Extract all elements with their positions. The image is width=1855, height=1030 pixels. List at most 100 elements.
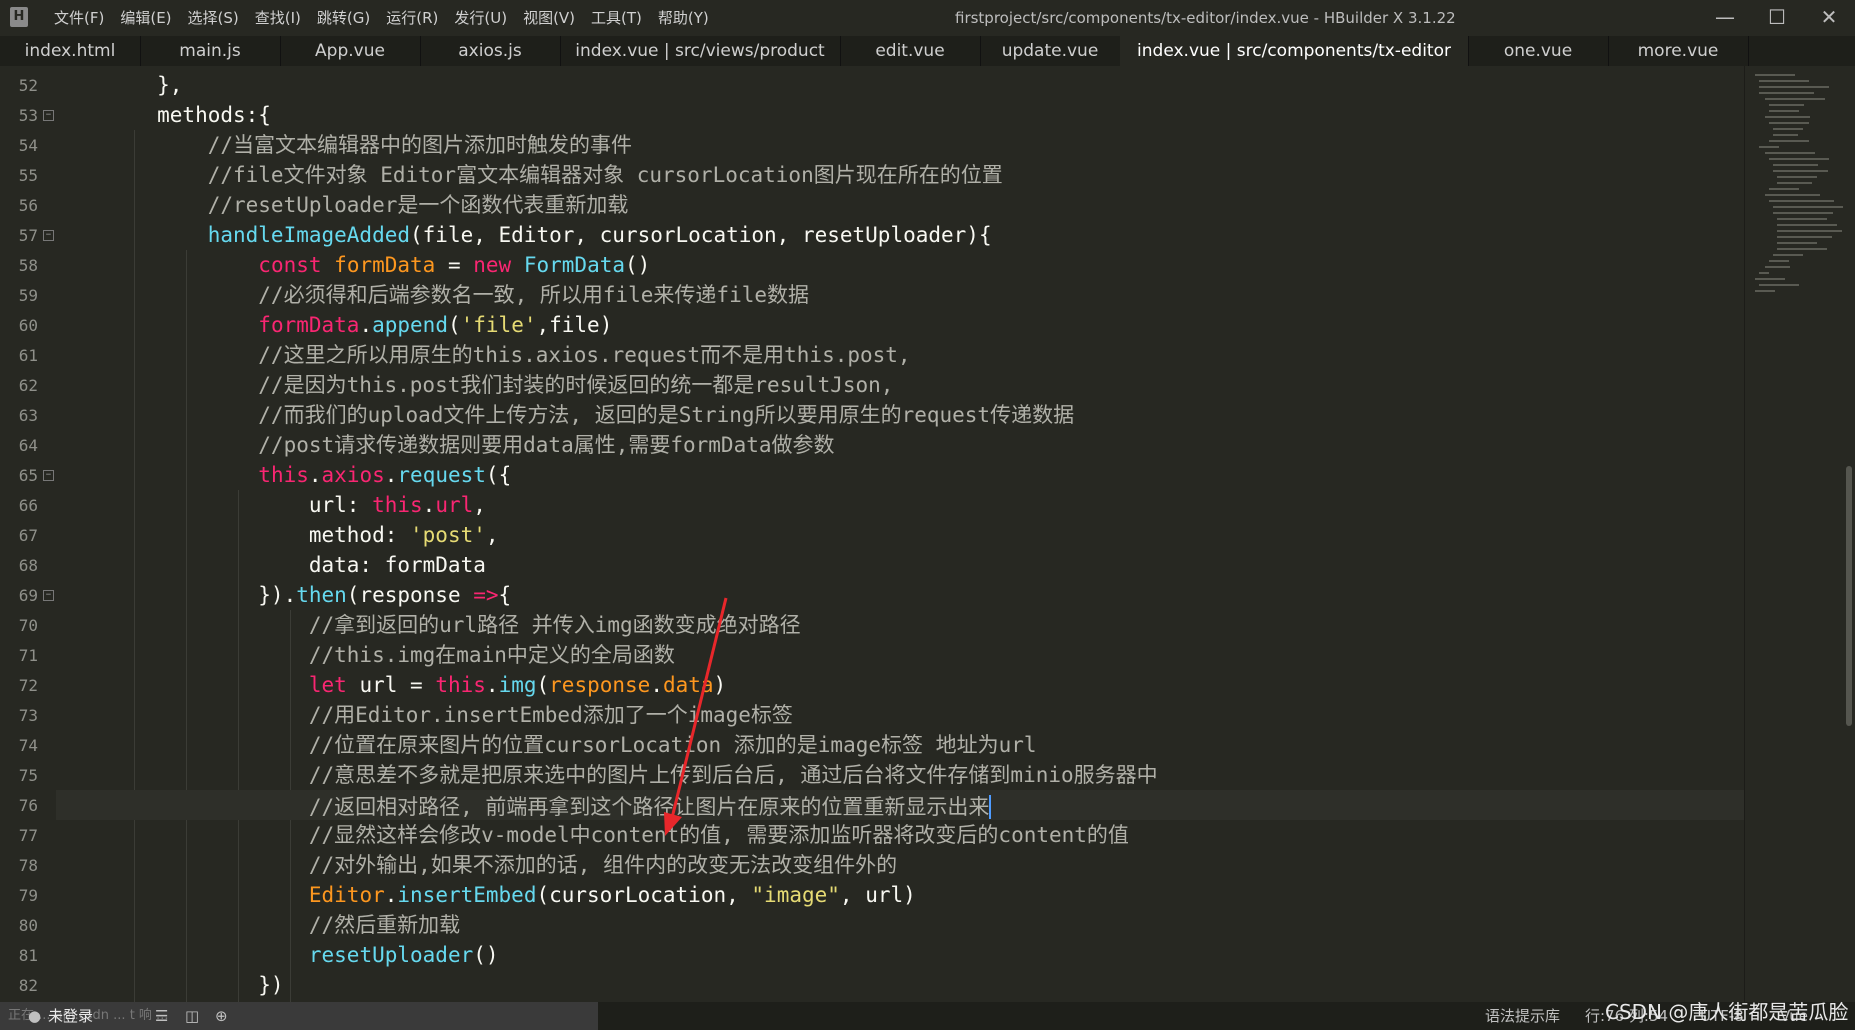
code-line[interactable]: //当富文本编辑器中的图片添加时触发的事件 (56, 130, 1744, 160)
code-line[interactable]: //返回相对路径, 前端再拿到这个路径让图片在原来的位置重新显示出来 (56, 790, 1744, 820)
code-line[interactable]: //必须得和后端参数名一致, 所以用file来传递file数据 (56, 280, 1744, 310)
code-line[interactable]: //this.img在main中定义的全局函数 (56, 640, 1744, 670)
code-line[interactable]: handleImageAdded(file, Editor, cursorLoc… (56, 220, 1744, 250)
menu-item[interactable]: 工具(T) (583, 0, 650, 36)
minimap-line (1769, 188, 1799, 190)
code-token: formData (258, 313, 360, 337)
fold-toggle-icon[interactable]: − (43, 230, 54, 241)
code-token: Editor (308, 883, 385, 907)
code-line[interactable]: //是因为this.post我们封装的时候返回的统一都是resultJson, (56, 370, 1744, 400)
code-line[interactable]: resetUploader() (56, 940, 1744, 970)
code-token: => (473, 583, 499, 607)
code-line[interactable]: //对外输出,如果不添加的话, 组件内的改变无法改变组件外的 (56, 850, 1744, 880)
tab-file[interactable]: axios.js (420, 36, 561, 66)
tab-file[interactable]: update.vue (980, 36, 1121, 66)
code-line[interactable]: //这里之所以用原生的this.axios.request而不是用this.po… (56, 340, 1744, 370)
menu-item[interactable]: 跳转(G) (309, 0, 378, 36)
login-area[interactable]: 正在 ... api.csdn ... t 响 ... ● 未登录 ☰ ◫ ⊕ (0, 1002, 598, 1030)
vertical-scrollbar[interactable] (1843, 66, 1855, 1002)
code-token: //用Editor.insertEmbed添加了一个image标签 (56, 703, 793, 727)
code-token: (response (346, 583, 474, 607)
code-line[interactable]: }).then(response =>{ (56, 580, 1744, 610)
line-number: 61 (18, 346, 38, 365)
minimap-line (1773, 206, 1843, 208)
tab-file[interactable]: index.vue | src/components/tx-editor (1120, 36, 1469, 66)
tab-file[interactable]: index.html (0, 36, 141, 66)
menu-item[interactable]: 发行(U) (446, 0, 515, 36)
code-line[interactable]: let url = this.img(response.data) (56, 670, 1744, 700)
tab-file[interactable]: more.vue (1608, 36, 1749, 66)
code-line[interactable]: method: 'post', (56, 520, 1744, 550)
tab-file[interactable]: index.vue | src/views/product (560, 36, 841, 66)
tab-file[interactable]: edit.vue (840, 36, 981, 66)
syntax-library[interactable]: 语法提示库 (1485, 1002, 1560, 1030)
code-line[interactable]: //而我们的upload文件上传方法, 返回的是String所以要用原生的req… (56, 400, 1744, 430)
line-number: 69 (18, 586, 38, 605)
scrollbar-thumb[interactable] (1846, 466, 1852, 726)
close-icon[interactable]: ✕ (1803, 0, 1855, 36)
code-line[interactable]: methods:{ (56, 100, 1744, 130)
login-status[interactable]: 未登录 (48, 1002, 93, 1030)
code-line[interactable]: formData.append('file',file) (56, 310, 1744, 340)
code-line[interactable]: this.axios.request({ (56, 460, 1744, 490)
code-line[interactable]: //拿到返回的url路径 并传入img函数变成绝对路径 (56, 610, 1744, 640)
code-line[interactable]: //resetUploader是一个函数代表重新加载 (56, 190, 1744, 220)
fold-toggle-icon[interactable]: − (43, 590, 54, 601)
tab-file[interactable]: main.js (140, 36, 281, 66)
menu-item[interactable]: 帮助(Y) (650, 0, 717, 36)
code-token: ( (447, 313, 461, 337)
code-line[interactable]: //用Editor.insertEmbed添加了一个image标签 (56, 700, 1744, 730)
fold-toggle-icon[interactable]: − (43, 470, 54, 481)
line-number: 81 (18, 946, 38, 965)
code-editor[interactable]: }, methods:{ //当富文本编辑器中的图片添加时触发的事件 //fil… (56, 66, 1744, 1002)
code-line[interactable]: data: formData (56, 550, 1744, 580)
screen-icon[interactable]: ◫ (185, 1002, 199, 1030)
code-token: { (498, 583, 512, 607)
maximize-icon[interactable]: ☐ (1751, 0, 1803, 36)
minimap-line (1773, 170, 1828, 172)
code-line[interactable]: //然后重新加载 (56, 910, 1744, 940)
code-line[interactable]: }) (56, 970, 1744, 1000)
menu-item[interactable]: 查找(I) (247, 0, 309, 36)
code-line[interactable]: //意思差不多就是把原来选中的图片上传到后台后, 通过后台将文件存储到minio… (56, 760, 1744, 790)
list-icon[interactable]: ☰ (155, 1002, 168, 1030)
minimap[interactable] (1744, 66, 1844, 1002)
tab-file[interactable]: one.vue (1468, 36, 1609, 66)
code-token: 'file' (460, 313, 537, 337)
code-token: data: formData (56, 553, 486, 577)
menu-item[interactable]: 运行(R) (378, 0, 446, 36)
code-line[interactable]: url: this.url, (56, 490, 1744, 520)
line-number: 82 (18, 976, 38, 995)
line-number: 66 (18, 496, 38, 515)
code-token: }). (56, 583, 297, 607)
code-token: //位置在原来图片的位置cursorLocation 添加的是image标签 地… (56, 733, 1037, 757)
code-line[interactable]: }, (56, 70, 1744, 100)
menu-item[interactable]: 编辑(E) (112, 0, 179, 36)
menu-item[interactable]: 选择(S) (180, 0, 247, 36)
code-token: //拿到返回的url路径 并传入img函数变成绝对路径 (56, 613, 801, 637)
code-token: //必须得和后端参数名一致, 所以用file来传递file数据 (56, 283, 810, 307)
globe-icon[interactable]: ⊕ (215, 1002, 228, 1030)
menu-item[interactable]: 文件(F) (46, 0, 112, 36)
title-bar: H 文件(F) 编辑(E) 选择(S) 查找(I) 跳转(G) 运行(R) 发行(U) 视图(… (0, 0, 1855, 36)
code-token: . (650, 673, 663, 697)
line-number: 58 (18, 256, 38, 275)
code-token: url = (346, 673, 436, 697)
code-token: this (258, 463, 309, 487)
fold-toggle-icon[interactable]: − (43, 110, 54, 121)
minimize-icon[interactable]: — (1699, 0, 1751, 36)
line-number: 71 (18, 646, 38, 665)
code-line[interactable]: //post请求传递数据则要用data属性,需要formData做参数 (56, 430, 1744, 460)
code-line[interactable]: //位置在原来图片的位置cursorLocation 添加的是image标签 地… (56, 730, 1744, 760)
code-line[interactable]: const formData = new FormData() (56, 250, 1744, 280)
code-line[interactable]: //file文件对象 Editor富文本编辑器对象 cursorLocation… (56, 160, 1744, 190)
tab-file[interactable]: App.vue (280, 36, 421, 66)
code-line[interactable]: //显然这样会修改v-model中content的值, 需要添加监听器将改变后的… (56, 820, 1744, 850)
menu-item[interactable]: 视图(V) (515, 0, 583, 36)
code-line[interactable]: Editor.insertEmbed(cursorLocation, "imag… (56, 880, 1744, 910)
code-token: //意思差不多就是把原来选中的图片上传到后台后, 通过后台将文件存储到minio… (56, 763, 1158, 787)
minimap-line (1759, 284, 1799, 286)
